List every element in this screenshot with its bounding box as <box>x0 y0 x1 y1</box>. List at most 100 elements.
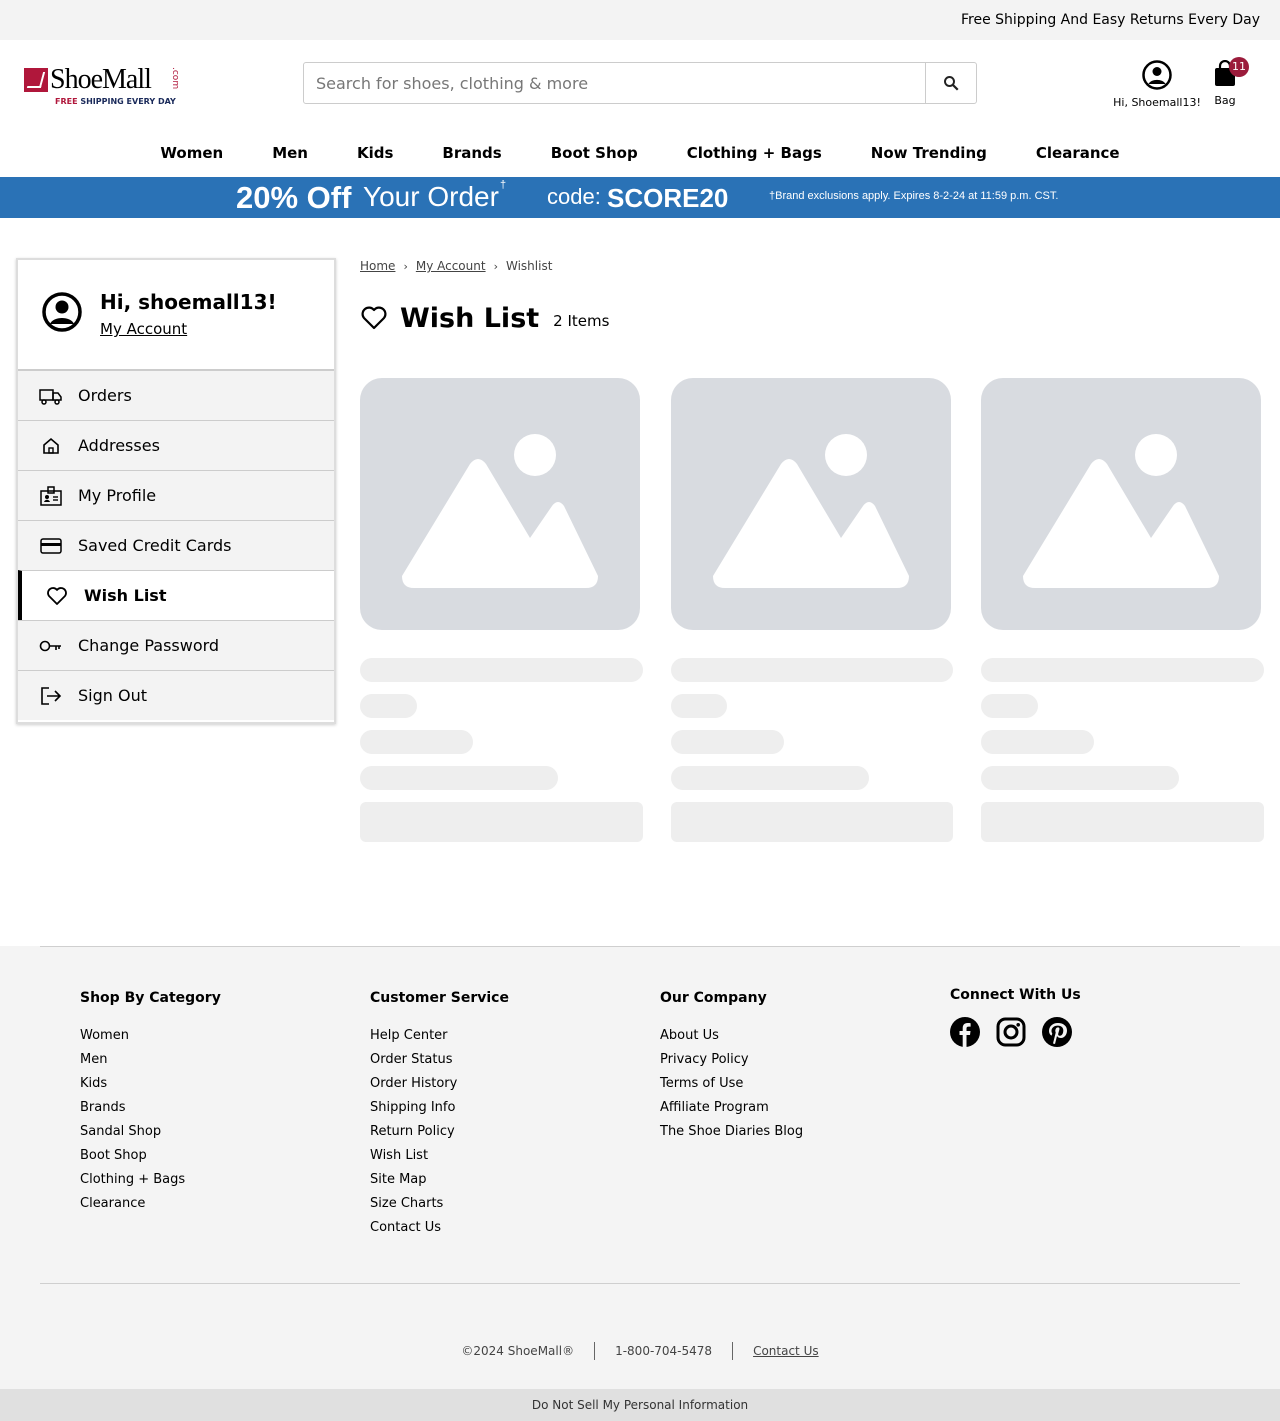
logo-text: ShoeMall <box>50 64 152 95</box>
footer-bottom: ©2024 ShoeMall® 1-800-704-5478 Contact U… <box>0 1342 1280 1360</box>
footer-link[interactable]: Privacy Policy <box>660 1052 803 1076</box>
sidebar-item-label: Sign Out <box>78 686 147 705</box>
promo-banner[interactable]: 20% Off Your Order † code: SCORE20 †Bran… <box>0 177 1280 218</box>
footer-link[interactable]: Help Center <box>370 1028 509 1052</box>
image-placeholder <box>360 378 640 630</box>
footer-link[interactable]: Wish List <box>370 1148 509 1172</box>
search-bar <box>303 62 977 104</box>
footer-col-shop-by-category: Shop By Category Women Men Kids Brands S… <box>80 990 221 1220</box>
nav-item-boot-shop[interactable]: Boot Shop <box>551 144 638 162</box>
nav-item-kids[interactable]: Kids <box>357 144 393 162</box>
product-card-placeholder <box>360 378 644 842</box>
sidebar-item-my-profile[interactable]: My Profile <box>18 470 334 520</box>
search-input[interactable] <box>304 63 925 103</box>
footer-contact-link[interactable]: Contact Us <box>753 1344 819 1358</box>
promo-code: SCORE20 <box>607 183 729 213</box>
shoemall-logo[interactable]: ShoeMall .com FREE SHIPPING EVERY DAY <box>24 64 184 108</box>
nav-item-clothing-bags[interactable]: Clothing + Bags <box>687 144 822 162</box>
image-placeholder-icon <box>713 434 909 588</box>
breadcrumb-my-account[interactable]: My Account <box>416 259 486 273</box>
skeleton-line <box>360 694 417 718</box>
user-circle-icon <box>1142 60 1172 90</box>
footer-link[interactable]: Boot Shop <box>80 1148 221 1172</box>
sidebar-item-change-password[interactable]: Change Password <box>18 620 334 670</box>
footer-link[interactable]: Shipping Info <box>370 1100 509 1124</box>
skeleton-button <box>981 802 1264 842</box>
footer-link[interactable]: Women <box>80 1028 221 1052</box>
logo-tagline: FREE SHIPPING EVERY DAY <box>55 97 176 106</box>
skeleton-line <box>671 694 727 718</box>
nav-item-clearance[interactable]: Clearance <box>1036 144 1120 162</box>
truck-icon <box>38 383 64 409</box>
chevron-right-icon: › <box>493 259 498 273</box>
footer-link[interactable]: Order Status <box>370 1052 509 1076</box>
image-placeholder <box>981 378 1261 630</box>
sidebar-my-account-link[interactable]: My Account <box>100 320 187 338</box>
page-title: Wish List 2 Items <box>360 298 1265 338</box>
nav-item-now-trending[interactable]: Now Trending <box>871 144 987 162</box>
instagram-icon[interactable] <box>996 1017 1026 1047</box>
footer-link[interactable]: Affiliate Program <box>660 1100 803 1124</box>
footer-link[interactable]: Kids <box>80 1076 221 1100</box>
promo-dagger: † <box>500 179 507 191</box>
footer-link[interactable]: Men <box>80 1052 221 1076</box>
logo-tag-free: FREE <box>55 97 78 106</box>
nav-item-brands[interactable]: Brands <box>442 144 501 162</box>
sign-out-icon <box>38 683 64 709</box>
footer-link[interactable]: Site Map <box>370 1172 509 1196</box>
user-avatar-icon <box>42 292 82 332</box>
breadcrumb: Home › My Account › Wishlist <box>360 258 1265 274</box>
wish-list-count: 2 Items <box>553 312 610 330</box>
skeleton-line <box>360 730 473 754</box>
copyright: ©2024 ShoeMall® <box>461 1344 575 1358</box>
footer-link[interactable]: Clothing + Bags <box>80 1172 221 1196</box>
footer-link[interactable]: Contact Us <box>370 1220 509 1244</box>
site-header: ShoeMall .com FREE SHIPPING EVERY DAY Hi… <box>0 40 1280 126</box>
search-button[interactable] <box>925 63 976 103</box>
footer-link[interactable]: Return Policy <box>370 1124 509 1148</box>
product-card-placeholder <box>981 378 1265 842</box>
promo-fine-print: †Brand exclusions apply. Expires 8-2-24 … <box>769 190 1059 202</box>
wish-list-title: Wish List <box>400 302 540 334</box>
sidebar-item-label: Saved Credit Cards <box>78 536 232 555</box>
footer-link[interactable]: Brands <box>80 1100 221 1124</box>
skeleton-line <box>981 658 1264 682</box>
divider <box>732 1342 734 1360</box>
skeleton-line <box>981 694 1038 718</box>
footer-link[interactable]: Terms of Use <box>660 1076 803 1100</box>
footer-link[interactable]: Size Charts <box>370 1196 509 1220</box>
footer-link[interactable]: Sandal Shop <box>80 1124 221 1148</box>
sidebar-item-saved-credit-cards[interactable]: Saved Credit Cards <box>18 520 334 570</box>
phone-number[interactable]: 1-800-704-5478 <box>615 1344 712 1358</box>
credit-card-icon <box>38 533 64 559</box>
nav-item-men[interactable]: Men <box>272 144 308 162</box>
divider <box>594 1342 596 1360</box>
image-placeholder <box>671 378 951 630</box>
nav-item-women[interactable]: Women <box>160 144 223 162</box>
sidebar-item-addresses[interactable]: Addresses <box>18 420 334 470</box>
do-not-sell-link[interactable]: Do Not Sell My Personal Information <box>0 1389 1280 1421</box>
promo-your-order: Your Order <box>363 181 499 212</box>
sidebar-item-sign-out[interactable]: Sign Out <box>18 670 334 720</box>
footer-link[interactable]: About Us <box>660 1028 803 1052</box>
main-nav: Women Men Kids Brands Boot Shop Clothing… <box>0 126 1280 177</box>
pinterest-icon[interactable] <box>1042 1017 1072 1047</box>
skeleton-line <box>360 658 643 682</box>
chevron-right-icon: › <box>403 259 408 273</box>
bag-link[interactable]: Bag 11 <box>1206 57 1249 107</box>
breadcrumb-home[interactable]: Home <box>360 259 395 273</box>
footer-link[interactable]: Order History <box>370 1076 509 1100</box>
footer-col-customer-service: Customer Service Help Center Order Statu… <box>370 990 509 1244</box>
account-link[interactable]: Hi, Shoemall13! <box>1110 60 1204 109</box>
facebook-icon[interactable] <box>950 1017 980 1047</box>
footer-link[interactable]: Clearance <box>80 1196 221 1220</box>
footer-link[interactable]: The Shoe Diaries Blog <box>660 1124 803 1148</box>
id-badge-icon <box>38 483 64 509</box>
shipping-message: Free Shipping And Easy Returns Every Day <box>960 12 1260 28</box>
skeleton-button <box>360 802 643 842</box>
footer-col-connect: Connect With Us <box>950 987 1081 1047</box>
sidebar-greeting-text: Hi, shoemall13! <box>100 290 277 314</box>
sidebar-item-orders[interactable]: Orders <box>18 370 334 420</box>
sidebar-item-wish-list[interactable]: Wish List <box>18 570 334 620</box>
footer-col-title: Shop By Category <box>80 990 221 1006</box>
